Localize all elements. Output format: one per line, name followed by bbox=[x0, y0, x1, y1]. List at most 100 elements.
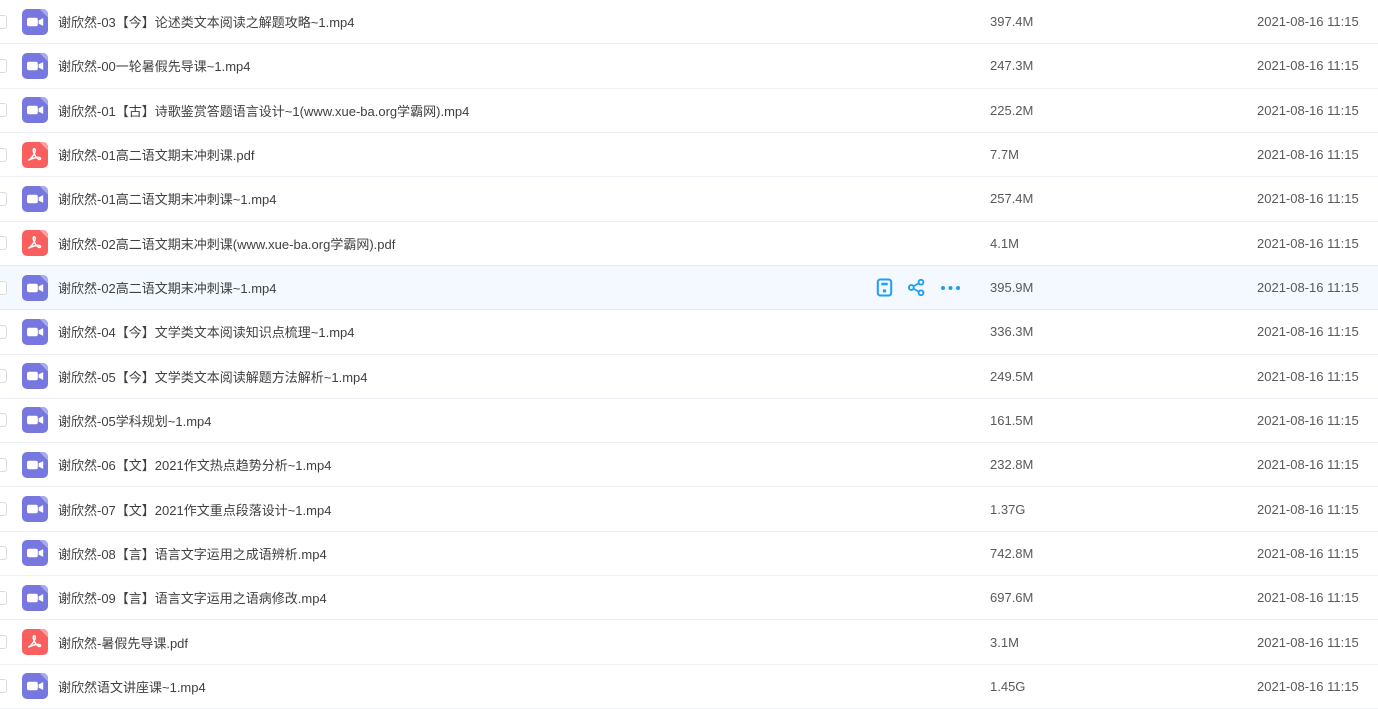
file-row[interactable]: 谢欣然-01高二语文期末冲刺课~1.mp4 257.4M 2021-08-16 … bbox=[0, 177, 1378, 221]
file-type-icon-slot bbox=[22, 275, 48, 301]
file-date: 2021-08-16 11:15 bbox=[1257, 280, 1359, 295]
file-name[interactable]: 谢欣然-07【文】2021作文重点段落设计~1.mp4 bbox=[58, 500, 331, 519]
file-date: 2021-08-16 11:15 bbox=[1257, 147, 1359, 162]
file-type-icon-slot bbox=[22, 540, 48, 566]
file-name[interactable]: 谢欣然语文讲座课~1.mp4 bbox=[58, 677, 206, 696]
file-name[interactable]: 谢欣然-06【文】2021作文热点趋势分析~1.mp4 bbox=[58, 455, 331, 474]
file-size: 225.2M bbox=[990, 103, 1033, 118]
file-name[interactable]: 谢欣然-暑假先导课.pdf bbox=[58, 633, 188, 652]
video-file-icon bbox=[22, 97, 48, 123]
file-size: 4.1M bbox=[990, 236, 1019, 251]
file-row[interactable]: 谢欣然-01【古】诗歌鉴赏答题语言设计~1(www.xue-ba.org学霸网)… bbox=[0, 89, 1378, 133]
file-date: 2021-08-16 11:15 bbox=[1257, 103, 1359, 118]
file-row[interactable]: 谢欣然-05学科规划~1.mp4 161.5M 2021-08-16 11:15 bbox=[0, 399, 1378, 443]
file-date: 2021-08-16 11:15 bbox=[1257, 58, 1359, 73]
row-checkbox[interactable] bbox=[0, 325, 7, 339]
file-size: 7.7M bbox=[990, 147, 1019, 162]
row-checkbox[interactable] bbox=[0, 192, 7, 206]
file-type-icon-slot bbox=[22, 363, 48, 389]
row-checkbox[interactable] bbox=[0, 635, 7, 649]
file-date: 2021-08-16 11:15 bbox=[1257, 191, 1359, 206]
file-size: 247.3M bbox=[990, 58, 1033, 73]
file-type-icon-slot bbox=[22, 53, 48, 79]
file-row[interactable]: 谢欣然-02高二语文期末冲刺课(www.xue-ba.org学霸网).pdf 4… bbox=[0, 222, 1378, 266]
file-row[interactable]: 谢欣然-09【言】语言文字运用之语病修改.mp4 697.6M 2021-08-… bbox=[0, 576, 1378, 620]
pdf-file-icon bbox=[22, 142, 48, 168]
row-checkbox[interactable] bbox=[0, 679, 7, 693]
row-checkbox[interactable] bbox=[0, 502, 7, 516]
file-type-icon-slot bbox=[22, 452, 48, 478]
file-row[interactable]: 谢欣然-03【今】论述类文本阅读之解题攻略~1.mp4 397.4M 2021-… bbox=[0, 0, 1378, 44]
file-row[interactable]: 谢欣然-02高二语文期末冲刺课~1.mp4 395.9M 2021-08-16 … bbox=[0, 266, 1378, 310]
pdf-file-icon bbox=[22, 629, 48, 655]
file-date: 2021-08-16 11:15 bbox=[1257, 502, 1359, 517]
file-date: 2021-08-16 11:15 bbox=[1257, 590, 1359, 605]
file-name[interactable]: 谢欣然-04【今】文学类文本阅读知识点梳理~1.mp4 bbox=[58, 322, 355, 341]
row-checkbox[interactable] bbox=[0, 591, 7, 605]
file-row[interactable]: 谢欣然-00一轮暑假先导课~1.mp4 247.3M 2021-08-16 11… bbox=[0, 44, 1378, 88]
video-file-icon bbox=[22, 540, 48, 566]
file-name[interactable]: 谢欣然-01高二语文期末冲刺课.pdf bbox=[58, 145, 254, 164]
file-size: 249.5M bbox=[990, 369, 1033, 384]
file-row[interactable]: 谢欣然-01高二语文期末冲刺课.pdf 7.7M 2021-08-16 11:1… bbox=[0, 133, 1378, 177]
row-checkbox[interactable] bbox=[0, 236, 7, 250]
row-checkbox[interactable] bbox=[0, 413, 7, 427]
video-file-icon bbox=[22, 186, 48, 212]
file-type-icon-slot bbox=[22, 629, 48, 655]
file-size: 257.4M bbox=[990, 191, 1033, 206]
share-button[interactable] bbox=[907, 278, 926, 297]
file-size: 395.9M bbox=[990, 280, 1033, 295]
file-date: 2021-08-16 11:15 bbox=[1257, 546, 1359, 561]
file-list: 谢欣然-03【今】论述类文本阅读之解题攻略~1.mp4 397.4M 2021-… bbox=[0, 0, 1378, 709]
row-checkbox[interactable] bbox=[0, 369, 7, 383]
file-name[interactable]: 谢欣然-03【今】论述类文本阅读之解题攻略~1.mp4 bbox=[58, 12, 355, 31]
video-file-icon bbox=[22, 275, 48, 301]
file-row[interactable]: 谢欣然-04【今】文学类文本阅读知识点梳理~1.mp4 336.3M 2021-… bbox=[0, 310, 1378, 354]
file-size: 1.45G bbox=[990, 679, 1025, 694]
file-type-icon-slot bbox=[22, 142, 48, 168]
file-name[interactable]: 谢欣然-08【言】语言文字运用之成语辨析.mp4 bbox=[58, 544, 327, 563]
file-row[interactable]: 谢欣然-暑假先导课.pdf 3.1M 2021-08-16 11:15 bbox=[0, 620, 1378, 664]
file-name[interactable]: 谢欣然-01【古】诗歌鉴赏答题语言设计~1(www.xue-ba.org学霸网)… bbox=[58, 101, 469, 120]
file-date: 2021-08-16 11:15 bbox=[1257, 324, 1359, 339]
row-checkbox[interactable] bbox=[0, 546, 7, 560]
video-file-icon bbox=[22, 673, 48, 699]
file-name[interactable]: 谢欣然-00一轮暑假先导课~1.mp4 bbox=[58, 56, 251, 75]
video-file-icon bbox=[22, 585, 48, 611]
file-type-icon-slot bbox=[22, 673, 48, 699]
file-row[interactable]: 谢欣然语文讲座课~1.mp4 1.45G 2021-08-16 11:15 bbox=[0, 665, 1378, 709]
file-name[interactable]: 谢欣然-02高二语文期末冲刺课(www.xue-ba.org学霸网).pdf bbox=[58, 234, 395, 253]
row-checkbox[interactable] bbox=[0, 59, 7, 73]
row-checkbox[interactable] bbox=[0, 148, 7, 162]
row-checkbox[interactable] bbox=[0, 458, 7, 472]
video-file-icon bbox=[22, 407, 48, 433]
file-row[interactable]: 谢欣然-06【文】2021作文热点趋势分析~1.mp4 232.8M 2021-… bbox=[0, 443, 1378, 487]
file-name[interactable]: 谢欣然-09【言】语言文字运用之语病修改.mp4 bbox=[58, 588, 327, 607]
row-checkbox[interactable] bbox=[0, 281, 7, 295]
file-date: 2021-08-16 11:15 bbox=[1257, 457, 1359, 472]
file-name[interactable]: 谢欣然-02高二语文期末冲刺课~1.mp4 bbox=[58, 278, 277, 297]
more-actions-button[interactable] bbox=[940, 285, 961, 291]
video-file-icon bbox=[22, 363, 48, 389]
file-name[interactable]: 谢欣然-05【今】文学类文本阅读解题方法解析~1.mp4 bbox=[58, 367, 368, 386]
file-size: 3.1M bbox=[990, 635, 1019, 650]
row-checkbox[interactable] bbox=[0, 15, 7, 29]
video-file-icon bbox=[22, 9, 48, 35]
file-name[interactable]: 谢欣然-05学科规划~1.mp4 bbox=[58, 411, 212, 430]
file-date: 2021-08-16 11:15 bbox=[1257, 413, 1359, 428]
file-row[interactable]: 谢欣然-07【文】2021作文重点段落设计~1.mp4 1.37G 2021-0… bbox=[0, 487, 1378, 531]
file-size: 161.5M bbox=[990, 413, 1033, 428]
file-size: 697.6M bbox=[990, 590, 1033, 605]
file-type-icon-slot bbox=[22, 407, 48, 433]
video-file-icon bbox=[22, 496, 48, 522]
row-checkbox[interactable] bbox=[0, 103, 7, 117]
file-name[interactable]: 谢欣然-01高二语文期末冲刺课~1.mp4 bbox=[58, 189, 277, 208]
file-size: 336.3M bbox=[990, 324, 1033, 339]
file-type-icon-slot bbox=[22, 97, 48, 123]
file-row[interactable]: 谢欣然-05【今】文学类文本阅读解题方法解析~1.mp4 249.5M 2021… bbox=[0, 355, 1378, 399]
file-date: 2021-08-16 11:15 bbox=[1257, 14, 1359, 29]
file-row[interactable]: 谢欣然-08【言】语言文字运用之成语辨析.mp4 742.8M 2021-08-… bbox=[0, 532, 1378, 576]
send-to-device-button[interactable] bbox=[876, 278, 893, 297]
file-date: 2021-08-16 11:15 bbox=[1257, 236, 1359, 251]
share-icon bbox=[907, 278, 926, 297]
